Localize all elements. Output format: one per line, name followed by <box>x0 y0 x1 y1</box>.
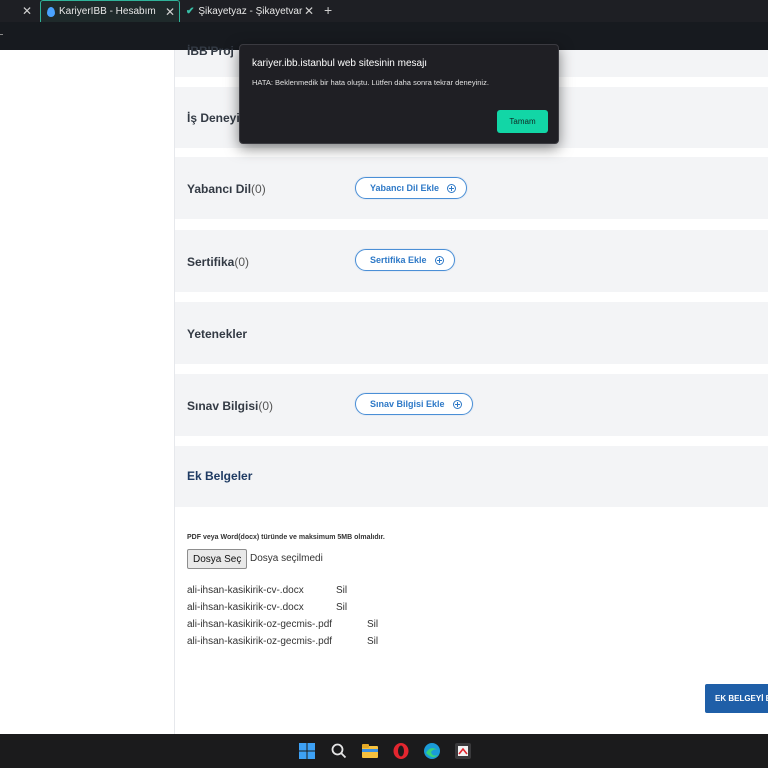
new-tab-icon[interactable]: + <box>324 0 332 20</box>
section-title: Yetenekler <box>187 327 248 341</box>
page-content: İBB'Proj İş Deneyim Yabancı Dil(0) Yaban… <box>0 44 768 734</box>
tab-kariyeribb[interactable]: KariyerIBB - Hesabım ✕ <box>40 0 180 22</box>
file-item: ali-ihsan-kasikirik-oz-gecmis-.pdf <box>187 636 333 647</box>
toolbar-edge-mark <box>0 34 3 35</box>
screen: ✕ KariyerIBB - Hesabım ✕ ✔ Şikayetyaz - … <box>0 0 768 768</box>
file-item: ali-ihsan-kasikirik-oz-gecmis-.pdf <box>187 619 333 630</box>
additional-documents-title: Ek Belgeler <box>187 469 253 483</box>
section-certificate: Sertifika(0) Sertifika Ekle <box>175 230 768 292</box>
delete-file-link[interactable]: Sil <box>336 602 347 613</box>
plus-circle-icon <box>434 255 444 265</box>
opera-icon[interactable] <box>391 741 411 761</box>
sikayetvar-favicon-icon: ✔ <box>186 5 195 17</box>
tab-title: KariyerIBB - Hesabım <box>59 6 156 17</box>
dialog-title: kariyer.ibb.istanbul web sitesinin mesaj… <box>252 58 428 69</box>
kariyeribb-favicon-icon <box>47 6 55 17</box>
previous-tab[interactable]: ✕ <box>0 0 40 22</box>
add-certificate-button[interactable]: Sertifika Ekle <box>355 249 455 271</box>
add-foreign-language-button[interactable]: Yabancı Dil Ekle <box>355 177 468 199</box>
tab-title: Şikayetyaz - Şikayetvar <box>198 5 303 17</box>
close-icon[interactable]: ✕ <box>304 0 314 22</box>
add-exam-info-button[interactable]: Sınav Bilgisi Ekle <box>355 393 473 415</box>
delete-file-link[interactable]: Sil <box>367 636 378 647</box>
plus-circle-icon <box>452 399 462 409</box>
delete-file-link[interactable]: Sil <box>336 585 347 596</box>
section-additional-documents-header <box>175 446 768 507</box>
file-item: ali-ihsan-kasikirik-cv-.docx <box>187 602 304 613</box>
section-skills: Yetenekler <box>175 302 768 364</box>
search-icon[interactable] <box>329 741 349 761</box>
dialog-message: HATA: Beklenmedik bir hata oluştu. Lütfe… <box>252 78 489 87</box>
section-title: Yabancı Dil(0) <box>187 182 266 196</box>
choose-file-button[interactable]: Dosya Seç <box>187 549 248 569</box>
plus-circle-icon <box>447 183 457 193</box>
file-status-text: Dosya seçilmedi <box>250 553 323 564</box>
additional-documents-upload: PDF veya Word(docx) türünde ve maksimum … <box>175 507 768 734</box>
edge-icon[interactable] <box>422 741 442 761</box>
file-item: ali-ihsan-kasikirik-cv-.docx <box>187 585 304 596</box>
section-foreign-language: Yabancı Dil(0) Yabancı Dil Ekle <box>175 157 768 219</box>
windows-taskbar <box>0 734 768 768</box>
alert-dialog: kariyer.ibb.istanbul web sitesinin mesaj… <box>239 44 559 144</box>
section-title: İBB'Proj <box>187 44 234 58</box>
snipping-tool-icon[interactable] <box>453 741 473 761</box>
section-title: Sertifika(0) <box>187 255 250 269</box>
upload-hint: PDF veya Word(docx) türünde ve maksimum … <box>187 534 385 541</box>
section-title: Sınav Bilgisi(0) <box>187 399 274 413</box>
dialog-ok-button[interactable]: Tamam <box>497 110 548 133</box>
add-document-button[interactable]: EK BELGEYİ EKLE <box>705 684 768 713</box>
close-icon[interactable]: ✕ <box>165 1 175 23</box>
file-explorer-icon[interactable] <box>360 741 380 761</box>
windows-start-icon[interactable] <box>297 741 317 761</box>
section-exam-info: Sınav Bilgisi(0) Sınav Bilgisi Ekle <box>175 374 768 436</box>
browser-tab-strip: ✕ KariyerIBB - Hesabım ✕ ✔ Şikayetyaz - … <box>0 0 768 22</box>
delete-file-link[interactable]: Sil <box>367 619 378 630</box>
tab-sikayetvar[interactable]: ✔ Şikayetyaz - Şikayetvar ✕ <box>182 0 322 22</box>
close-icon[interactable]: ✕ <box>22 0 32 22</box>
profile-main-column: İBB'Proj İş Deneyim Yabancı Dil(0) Yaban… <box>174 44 768 734</box>
